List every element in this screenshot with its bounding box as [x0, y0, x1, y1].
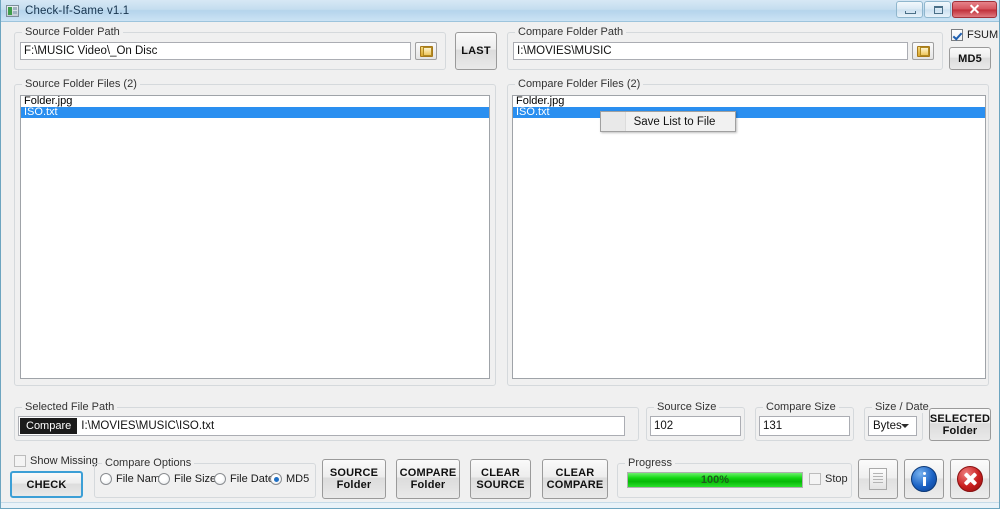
context-menu[interactable]: Save List to File: [600, 111, 736, 132]
radio-file-date[interactable]: File Date: [214, 473, 274, 485]
list-item[interactable]: ISO.txt: [21, 107, 489, 118]
selected-file-path-label: Selected File Path: [22, 401, 118, 413]
source-folder-files-label: Source Folder Files (2): [22, 78, 140, 90]
compare-folder-browse-button[interactable]: [912, 42, 934, 60]
window-title: Check-If-Same v1.1: [25, 4, 130, 17]
compare-size-label: Compare Size: [763, 401, 839, 413]
clear-compare-line1: CLEAR: [555, 467, 595, 479]
clear-source-button[interactable]: CLEAR SOURCE: [470, 459, 531, 499]
window-controls: [896, 1, 997, 18]
radio-icon: [214, 473, 226, 485]
radio-icon: [270, 473, 282, 485]
app-icon: [6, 4, 19, 17]
exit-button[interactable]: [950, 459, 990, 499]
compare-files-listbox[interactable]: Folder.jpg ISO.txt: [512, 95, 986, 379]
selected-file-path-input[interactable]: Compare I:\MOVIES\MUSIC\ISO.txt: [18, 416, 625, 436]
folder-icon: [419, 45, 433, 57]
source-files-listbox[interactable]: Folder.jpg ISO.txt: [20, 95, 490, 379]
selected-folder-button[interactable]: SELECTED Folder: [929, 408, 991, 441]
size-unit-value: Bytes: [873, 420, 902, 432]
cancel-icon: [957, 466, 983, 492]
stop-checkbox[interactable]: Stop: [809, 473, 848, 485]
radio-file-name[interactable]: File Name: [100, 473, 166, 485]
last-button[interactable]: LAST: [455, 32, 497, 70]
clear-source-line2: SOURCE: [476, 479, 525, 491]
compare-folder-button[interactable]: COMPARE Folder: [396, 459, 460, 499]
compare-size-input[interactable]: 131: [759, 416, 850, 436]
checkbox-icon: [809, 473, 821, 485]
compare-folder-path-label: Compare Folder Path: [515, 26, 627, 38]
radio-md5-label: MD5: [286, 473, 310, 485]
selected-folder-line2: Folder: [942, 424, 978, 437]
source-folder-path-input[interactable]: F:\MUSIC Video\_On Disc: [20, 42, 411, 60]
show-missing-checkbox[interactable]: Show Missing: [14, 455, 98, 467]
progress-percent-text: 100%: [700, 474, 730, 486]
compare-folder-line1: COMPARE: [399, 467, 457, 479]
source-folder-button[interactable]: SOURCE Folder: [322, 459, 386, 499]
radio-icon: [100, 473, 112, 485]
chevron-down-icon: [901, 424, 909, 428]
stop-label: Stop: [825, 473, 848, 485]
compare-folder-line2: Folder: [410, 479, 446, 491]
clear-compare-line2: COMPARE: [546, 479, 604, 491]
compare-folder-path-input[interactable]: I:\MOVIES\MUSIC: [513, 42, 908, 60]
maximize-icon: [934, 6, 943, 14]
progress-label: Progress: [625, 457, 676, 469]
radio-file-date-label: File Date: [230, 473, 275, 485]
selected-file-path-value: I:\MOVIES\MUSIC\ISO.txt: [81, 420, 215, 432]
show-missing-label: Show Missing: [30, 455, 98, 467]
context-menu-item-save-list-to-file[interactable]: Save List to File: [626, 116, 735, 128]
size-date-label: Size / Date: [872, 401, 932, 413]
close-icon: [969, 4, 980, 15]
close-button[interactable]: [952, 1, 997, 18]
radio-icon: [158, 473, 170, 485]
source-folder-line2: Folder: [336, 479, 372, 491]
list-item[interactable]: Folder.jpg: [513, 96, 985, 107]
progress-bar: 100%: [627, 472, 803, 488]
checkbox-icon: [14, 455, 26, 467]
check-button[interactable]: CHECK: [10, 471, 83, 498]
folder-icon: [916, 45, 930, 57]
compare-badge: Compare: [20, 418, 78, 434]
minimize-button[interactable]: [896, 1, 923, 18]
title-bar: Check-If-Same v1.1: [1, 0, 999, 22]
document-icon: [869, 468, 887, 490]
clear-source-line1: CLEAR: [481, 467, 520, 479]
radio-file-size[interactable]: File Size: [158, 473, 216, 485]
compare-folder-files-label: Compare Folder Files (2): [515, 78, 644, 90]
source-folder-path-label: Source Folder Path: [22, 26, 123, 38]
maximize-button[interactable]: [924, 1, 951, 18]
radio-md5[interactable]: MD5: [270, 473, 309, 485]
status-strip: [1, 502, 999, 508]
compare-options-label: Compare Options: [102, 457, 195, 469]
source-size-input[interactable]: 102: [650, 416, 741, 436]
info-icon: [911, 466, 937, 492]
md5-button[interactable]: MD5: [949, 47, 991, 70]
list-item[interactable]: Folder.jpg: [21, 96, 489, 107]
clear-compare-button[interactable]: CLEAR COMPARE: [542, 459, 608, 499]
source-folder-line1: SOURCE: [329, 467, 379, 479]
source-size-label: Source Size: [654, 401, 720, 413]
fsum-label: FSUM: [967, 29, 999, 41]
context-menu-gutter: [601, 112, 626, 131]
source-folder-browse-button[interactable]: [415, 42, 437, 60]
fsum-checkbox[interactable]: FSUM: [951, 29, 998, 41]
selected-folder-line1: SELECTED: [929, 412, 991, 425]
minimize-icon: [905, 11, 916, 14]
save-report-button[interactable]: [858, 459, 898, 499]
info-button[interactable]: [904, 459, 944, 499]
progress-fill: 100%: [628, 473, 802, 487]
list-item[interactable]: ISO.txt: [513, 107, 985, 118]
size-unit-dropdown[interactable]: Bytes: [868, 416, 917, 436]
checkbox-icon: [951, 29, 963, 41]
radio-file-size-label: File Size: [174, 473, 217, 485]
application-window: Check-If-Same v1.1 Source Folder Path F:…: [0, 0, 1000, 509]
